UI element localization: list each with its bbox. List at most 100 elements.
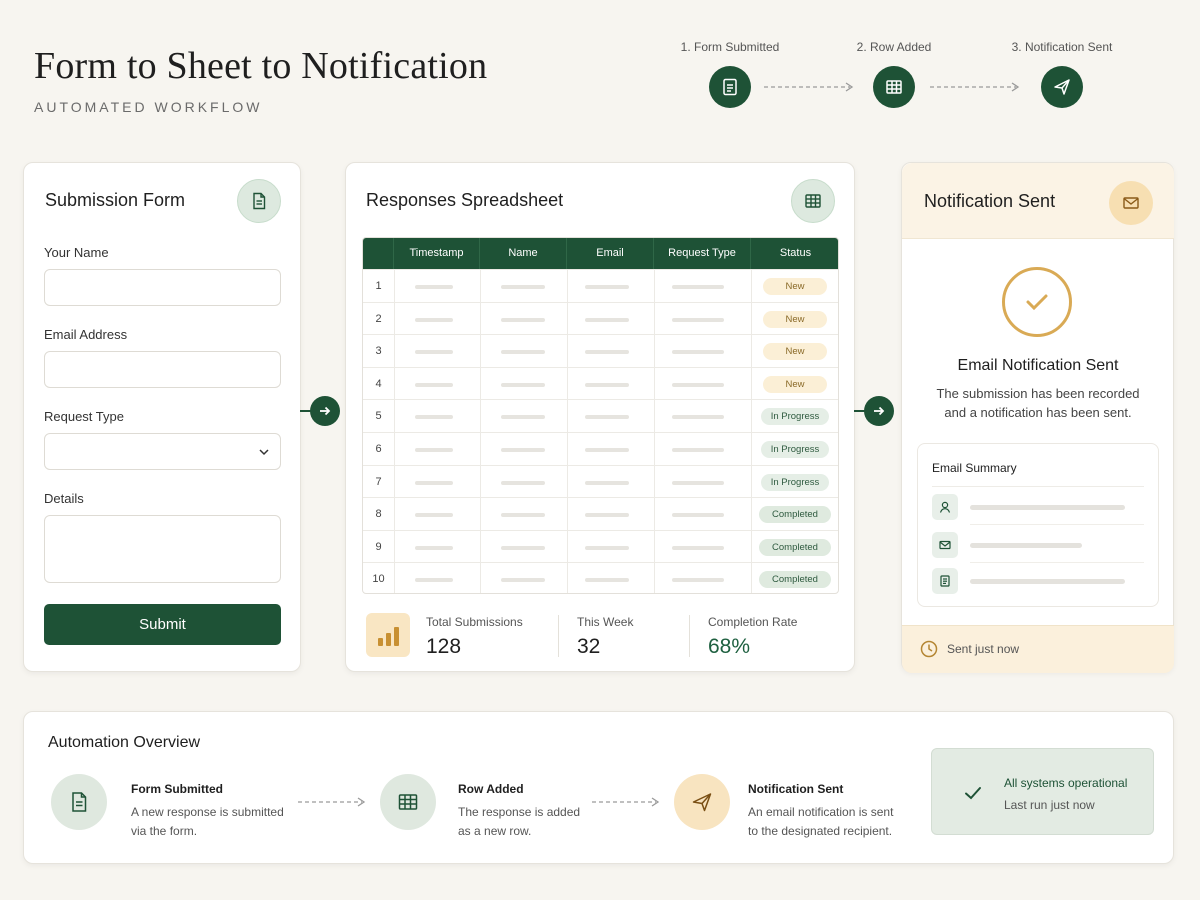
cell-divider — [567, 465, 568, 499]
cell-placeholder — [672, 285, 724, 289]
table-icon — [791, 179, 835, 223]
status-title: All systems operational — [1004, 776, 1128, 790]
document-icon — [932, 568, 958, 594]
table-row[interactable]: 9 Completed — [363, 529, 838, 564]
table-icon — [380, 774, 436, 830]
summary-row-details — [932, 568, 1144, 594]
cell-divider — [394, 465, 395, 499]
table-row[interactable]: 1 New — [363, 269, 838, 303]
cell-divider — [654, 270, 655, 303]
table-row[interactable]: 10 Completed — [363, 562, 838, 593]
table-row[interactable]: 7 In Progress — [363, 464, 838, 499]
cell-placeholder — [415, 513, 453, 518]
arrow-right-icon — [310, 396, 340, 426]
cell-placeholder — [672, 382, 724, 387]
cell-divider — [480, 498, 481, 531]
column-header[interactable]: Request Type — [654, 238, 751, 269]
row-number: 7 — [375, 475, 382, 488]
cell-placeholder — [672, 480, 724, 485]
details-field[interactable] — [44, 515, 281, 583]
cell-divider — [654, 498, 655, 531]
bar-chart-icon — [366, 613, 410, 657]
step-label: 1. Form Submitted — [680, 40, 780, 54]
name-label: Your Name — [44, 245, 109, 260]
summary-title: Email Summary — [932, 461, 1017, 475]
spreadsheet-card: Responses Spreadsheet Timestamp Name Ema… — [345, 162, 855, 672]
request-type-select[interactable] — [44, 433, 281, 470]
chevron-down-icon — [259, 449, 269, 456]
cell-divider — [567, 433, 568, 466]
column-header[interactable]: Name — [480, 238, 567, 269]
cell-placeholder — [415, 545, 453, 550]
responses-table: Timestamp Name Email Request Type Status… — [362, 237, 839, 594]
table-header: Timestamp Name Email Request Type Status — [363, 238, 838, 269]
status-badge: Completed — [759, 506, 831, 524]
status-badge: New — [763, 343, 827, 361]
cell-divider — [751, 563, 752, 593]
cell-placeholder — [585, 545, 629, 550]
status-badge: In Progress — [761, 408, 829, 426]
cell-divider — [567, 270, 568, 303]
overview-item-title: Notification Sent — [748, 782, 844, 796]
cell-placeholder — [672, 513, 724, 518]
name-field[interactable] — [44, 269, 281, 306]
table-row[interactable]: 2 New — [363, 301, 838, 336]
table-row[interactable]: 3 New — [363, 334, 838, 368]
table-row[interactable]: 5 In Progress — [363, 399, 838, 433]
cell-placeholder — [672, 317, 724, 322]
workflow-steps: 1. Form Submitted 2. Row Added 3. Notifi… — [660, 40, 1140, 120]
overview-item-desc: A new response is submitted via the form… — [131, 805, 284, 838]
cell-divider — [394, 530, 395, 564]
stat-completion: Completion Rate 68% — [708, 615, 797, 659]
divider — [932, 486, 1144, 487]
notification-card: Notification Sent Email Notification Sen… — [901, 162, 1174, 673]
cell-divider — [480, 270, 481, 303]
step-form-submitted[interactable]: 1. Form Submitted — [660, 40, 800, 108]
system-status: All systems operational Last run just no… — [931, 748, 1154, 835]
submit-button[interactable]: Submit — [44, 604, 281, 645]
stat-total: Total Submissions 128 — [426, 615, 523, 659]
notification-title: Notification Sent — [924, 191, 1056, 211]
column-header[interactable]: Status — [751, 238, 838, 269]
table-row[interactable]: 4 New — [363, 366, 838, 401]
table-row[interactable]: 8 Completed — [363, 497, 838, 531]
table-row[interactable]: 6 In Progress — [363, 432, 838, 466]
cell-placeholder — [585, 382, 629, 387]
cell-divider — [567, 530, 568, 564]
cell-divider — [394, 563, 395, 593]
email-label: Email Address — [44, 327, 128, 342]
row-number: 4 — [375, 377, 382, 390]
divider — [558, 615, 559, 657]
column-header[interactable]: Timestamp — [394, 238, 480, 269]
row-number: 2 — [375, 312, 382, 325]
cell-divider — [654, 335, 655, 368]
cell-divider — [480, 367, 481, 401]
status-badge: New — [763, 278, 827, 295]
overview-item-title: Row Added — [458, 782, 524, 796]
submission-form-card: Submission Form Your Name Email Address … — [23, 162, 301, 672]
stat-week: This Week 32 — [577, 615, 633, 659]
status-badge: New — [763, 375, 827, 393]
column-header[interactable]: Email — [567, 238, 654, 269]
cell-placeholder — [501, 578, 545, 583]
step-row-added[interactable]: 2. Row Added — [824, 40, 964, 108]
stat-label: Completion Rate — [708, 615, 798, 629]
cell-placeholder — [585, 317, 629, 322]
cell-placeholder — [585, 513, 629, 518]
cell-divider — [751, 367, 752, 401]
step-notification-sent[interactable]: 3. Notification Sent — [992, 40, 1132, 108]
step-label: 2. Row Added — [856, 40, 932, 54]
cell-divider — [654, 367, 655, 401]
cell-placeholder — [501, 415, 545, 420]
email-field[interactable] — [44, 351, 281, 388]
cell-placeholder — [415, 415, 453, 420]
stat-label: Total Submissions — [426, 615, 523, 629]
overview-item-desc: The response is added as a new row. — [458, 805, 581, 838]
user-icon — [932, 494, 958, 520]
cell-divider — [751, 465, 752, 499]
cell-divider — [480, 563, 481, 593]
dashed-arrow-icon — [298, 797, 366, 807]
cell-placeholder — [501, 317, 545, 322]
cell-divider — [654, 563, 655, 593]
cell-placeholder — [672, 350, 724, 355]
